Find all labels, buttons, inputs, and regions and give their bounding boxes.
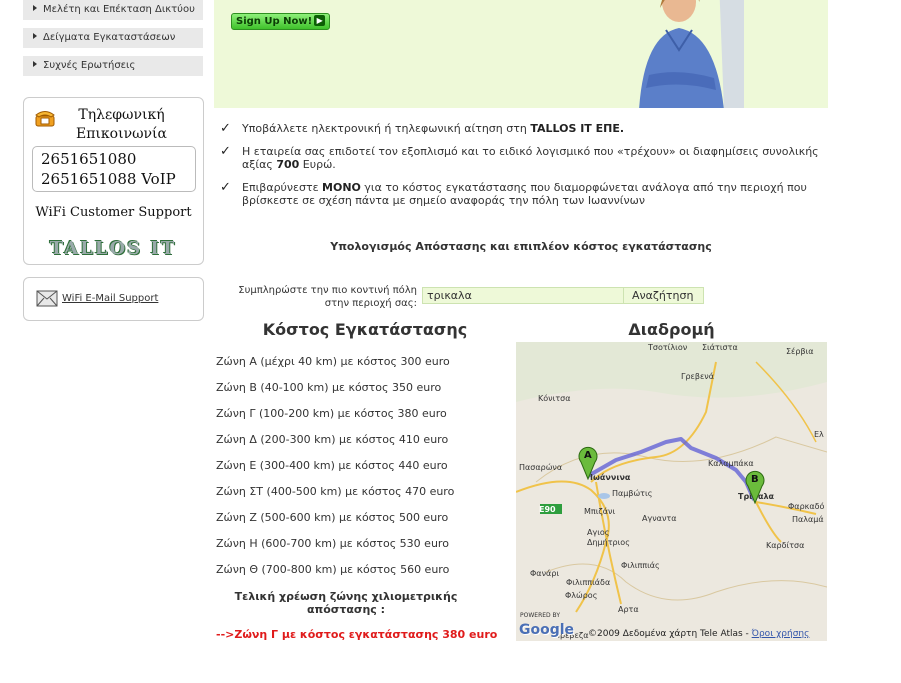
sidebar-item-label: Μελέτη και Επέκταση Δικτύου	[43, 4, 195, 15]
benefit-bold: ΜΟΝΟ	[322, 181, 361, 194]
benefit-bold: 700	[276, 158, 300, 171]
map-place-label: Σιάτιστα	[702, 343, 738, 352]
powered-by-label: POWERED BY	[520, 612, 561, 619]
zone-item: Ζώνη Α (μέχρι 40 km) με κόστος 300 euro	[216, 355, 450, 368]
map-place-label: Φλώρος	[565, 591, 598, 600]
map-place-label: Αγιος Δημήτριος	[587, 528, 630, 547]
sidebar-item-network-study[interactable]: Μελέτη και Επέκταση Δικτύου	[23, 0, 203, 22]
terms-link[interactable]: Όροι χρήσης	[752, 629, 810, 639]
sidebar-item-label: Συχνές Ερωτήσεις	[43, 60, 136, 71]
signup-label: Sign Up Now!	[236, 16, 313, 27]
final-charge-label: Τελική χρέωση ζώνης χιλιομετρικής απόστα…	[234, 590, 458, 616]
phone-number-2: 2651651088 VoIP	[41, 170, 176, 188]
benefit-text: Επιβαρύνεστε	[242, 181, 323, 194]
email-support-box: WiFi E-Mail Support	[23, 277, 204, 321]
sidebar-menu: Μελέτη και Επέκταση Δικτύου Δείγματα Εγκ…	[23, 0, 203, 78]
map-place-label: Αρτα	[618, 605, 639, 614]
map-place-label: Παλαμά	[792, 515, 824, 524]
zone-item: Ζώνη ΣΤ (400-500 km) με κόστος 470 euro	[216, 485, 455, 498]
sidebar-item-samples[interactable]: Δείγματα Εγκαταστάσεων	[23, 28, 203, 50]
benefit-text: Υποβάλλετε ηλεκτρονική ή τηλεφωνική αίτη…	[242, 122, 531, 135]
google-logo[interactable]: Google	[519, 622, 574, 638]
wifi-support-label: WiFi Customer Support	[35, 205, 192, 220]
phone-title: Τηλεφωνική Επικοινωνία	[24, 106, 203, 144]
zone-item: Ζώνη Γ (100-200 km) με κόστος 380 euro	[216, 407, 447, 420]
hero-banner: Sign Up Now! ▶	[214, 0, 828, 108]
checkmark-icon: ✓	[220, 144, 231, 159]
map-place-label: Φιλιππιάδα	[566, 578, 611, 587]
map-place-label: Μπιζάνι	[584, 507, 616, 516]
map-place-label: Πασαρώνα	[519, 463, 563, 472]
map-place-label: Καρδίτσα	[766, 541, 805, 550]
arrow-right-icon	[33, 33, 37, 39]
sidebar-item-label: Δείγματα Εγκαταστάσεων	[43, 32, 176, 43]
map-place-label: Τσοτίλιον	[648, 343, 688, 352]
map-place-label: Φιλιππιάς	[621, 561, 660, 570]
zone-list: Ζώνη Α (μέχρι 40 km) με κόστος 300 euro …	[216, 355, 516, 589]
arrow-right-icon	[33, 61, 37, 67]
benefits-list: ✓ Υποβάλλετε ηλεκτρονική ή τηλεφωνική αίτ…	[218, 122, 828, 217]
arrow-right-icon: ▶	[314, 15, 326, 26]
city-search-label: Συμπληρώστε την πιο κοντινή πόλη στην πε…	[238, 285, 417, 309]
sidebar-item-faq[interactable]: Συχνές Ερωτήσεις	[23, 56, 203, 78]
woman-photo	[624, 0, 744, 108]
zone-item: Ζώνη Β (40-100 km) με κόστος 350 euro	[216, 381, 442, 394]
benefit-item: ✓ Υποβάλλετε ηλεκτρονική ή τηλεφωνική αίτ…	[218, 122, 828, 135]
map-marker-a-label: A	[584, 450, 592, 461]
map-copyright: ©2009 Δεδομένα χάρτη Tele Atlas - Όροι χ…	[588, 629, 809, 639]
zone-item: Ζώνη Η (600-700 km) με κόστος 530 euro	[216, 537, 449, 550]
envelope-icon	[36, 290, 58, 307]
phone-contact-box: Τηλεφωνική Επικοινωνία 2651651080 2651651…	[23, 97, 204, 265]
map-place-label: Φανάρι	[530, 569, 560, 578]
final-charge-result: -->Ζώνη Γ με κόστος εγκατάστασης 380 eur…	[216, 628, 498, 641]
phone-numbers: 2651651080 2651651088 VoIP	[32, 146, 196, 192]
arrow-right-icon	[33, 5, 37, 11]
map-place-label: Φαρκαδό	[788, 502, 825, 511]
checkmark-icon: ✓	[220, 121, 231, 136]
city-search-input[interactable]	[422, 287, 624, 304]
map-road-label: E90	[539, 505, 556, 514]
benefit-bold: TALLOS IT ΕΠΕ.	[530, 122, 625, 135]
zone-item: Ζώνη Ε (300-400 km) με κόστος 440 euro	[216, 459, 448, 472]
route-heading: Διαδρομή	[628, 320, 715, 339]
cost-heading: Κόστος Εγκατάστασης	[262, 320, 468, 339]
benefit-item: ✓ Η εταιρεία σας επιδοτεί τον εξοπλισμό κ…	[218, 145, 828, 171]
map-place-label: Ελ	[814, 430, 824, 439]
map-place-label: Κόνιτσα	[538, 394, 571, 403]
zone-item: Ζώνη Δ (200-300 km) με κόστος 410 euro	[216, 433, 449, 446]
route-map[interactable]: E90 Τσοτίλιον Σιάτιστα Σέρβια Κόνιτσα Γρ…	[516, 342, 827, 641]
zone-item: Ζώνη Θ (700-800 km) με κόστος 560 euro	[216, 563, 450, 576]
phone-title-line2: Επικοινωνία	[76, 126, 167, 142]
phone-title-line1: Τηλεφωνική	[78, 107, 165, 123]
map-place-label: Καλαμπάκα	[708, 459, 754, 468]
email-support-link[interactable]: WiFi E-Mail Support	[62, 293, 158, 304]
tallos-logo: TALLOS IT	[49, 238, 177, 259]
search-button[interactable]: Αναζήτηση	[623, 287, 704, 304]
checkmark-icon: ✓	[220, 180, 231, 195]
section-title: Υπολογισμός Απόστασης και επιπλέον κόστο…	[330, 240, 712, 253]
benefit-item: ✓ Επιβαρύνεστε ΜΟΝΟ για το κόστος εγκατάσ…	[218, 181, 828, 207]
map-place-label: Αγναντα	[642, 514, 677, 523]
map-place-label: Παμβώτις	[612, 489, 653, 498]
copyright-text: ©2009 Δεδομένα χάρτη Tele Atlas -	[588, 629, 752, 639]
map-marker-b-label: B	[751, 474, 759, 485]
map-base	[516, 342, 827, 641]
phone-number-1: 2651651080	[41, 150, 137, 168]
map-place-label: Γρεβενά	[681, 372, 715, 381]
map-place-label: Σέρβια	[786, 347, 814, 356]
signup-button[interactable]: Sign Up Now! ▶	[231, 13, 331, 30]
benefit-tail: Ευρώ.	[299, 158, 336, 171]
zone-item: Ζώνη Ζ (500-600 km) με κόστος 500 euro	[216, 511, 449, 524]
